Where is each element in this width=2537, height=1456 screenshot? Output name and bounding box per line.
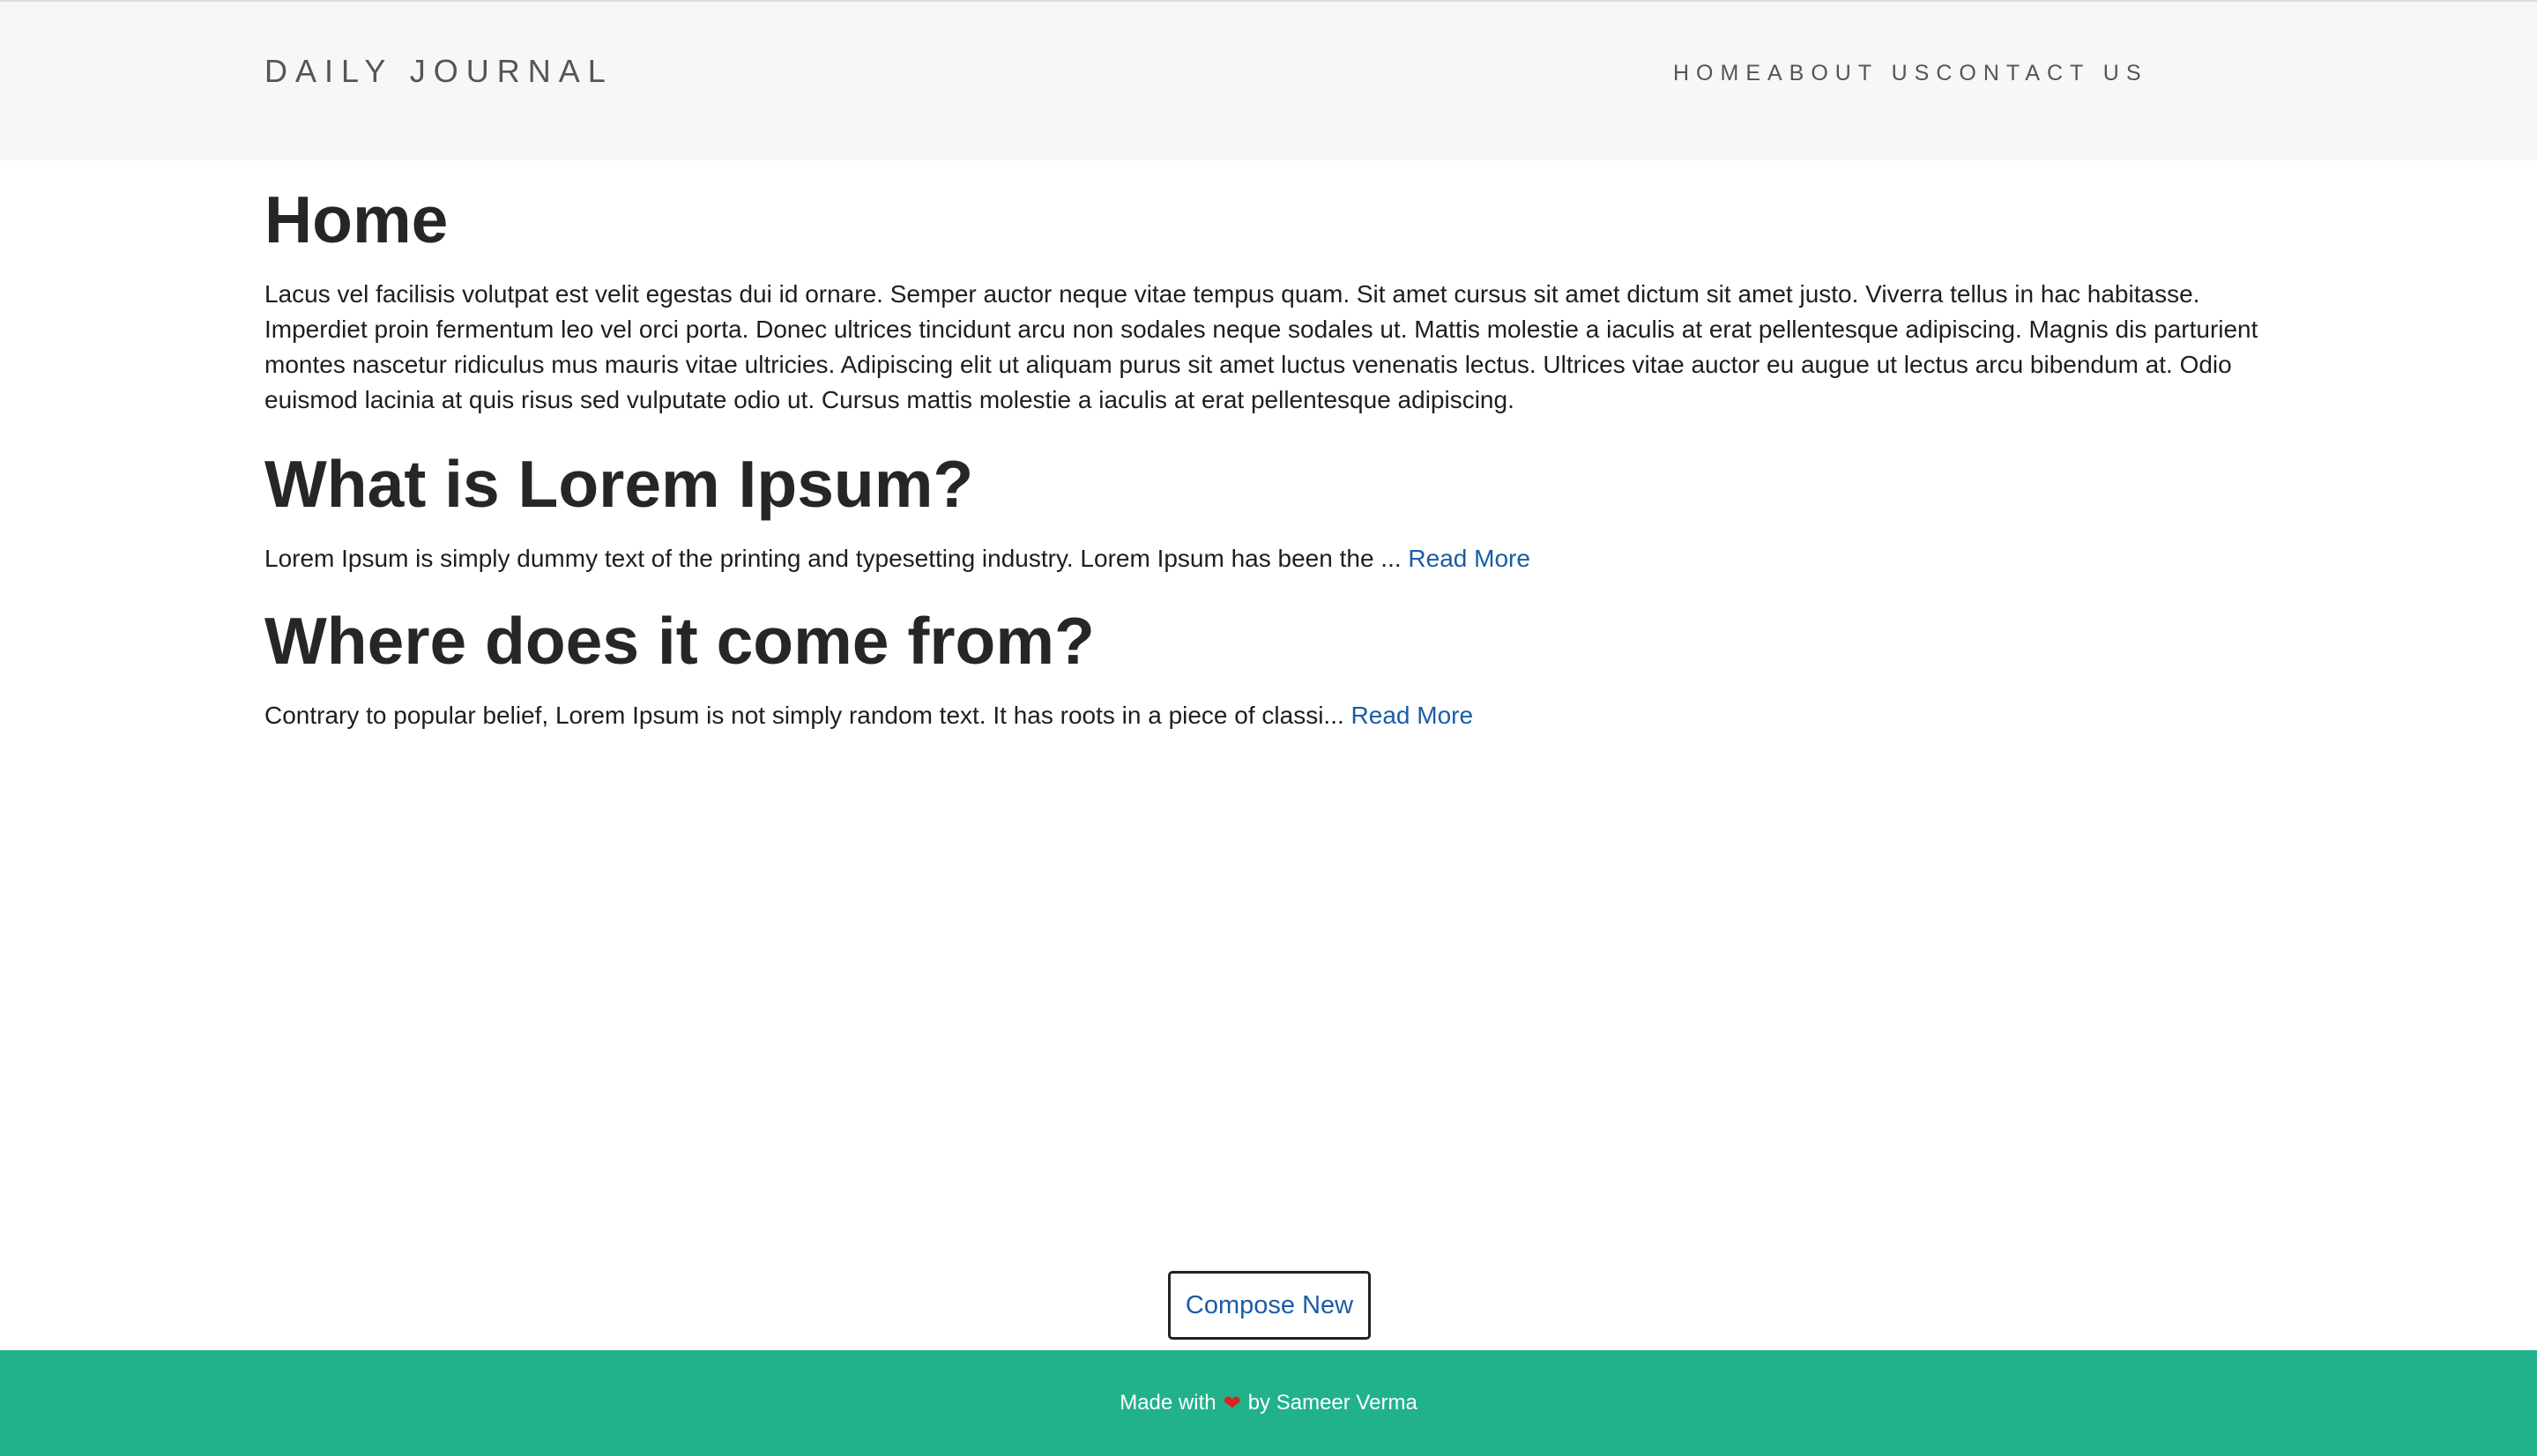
read-more-link[interactable]: Read More: [1408, 545, 1530, 572]
footer-text-after: by Sameer Verma: [1247, 1391, 1417, 1415]
heart-icon: ❤: [1223, 1391, 1241, 1415]
compose-new-button[interactable]: Compose New: [1168, 1271, 1371, 1340]
page-title: Home: [264, 182, 449, 256]
post-excerpt: Contrary to popular belief, Lorem Ipsum …: [264, 698, 1473, 733]
nav-item-about: ABOUT US: [1767, 61, 1936, 86]
post-excerpt: Lorem Ipsum is simply dummy text of the …: [264, 541, 1530, 576]
read-more-link[interactable]: Read More: [1351, 702, 1474, 729]
post-excerpt-text: Lorem Ipsum is simply dummy text of the …: [264, 545, 1409, 572]
nav-link-about-us[interactable]: ABOUT US: [1767, 61, 1936, 85]
footer: Made with ❤ by Sameer Verma: [0, 1350, 2537, 1456]
navbar: DAILY JOURNAL HOME ABOUT US CONTACT US: [0, 0, 2537, 160]
nav-link-home[interactable]: HOME: [1673, 61, 1767, 85]
nav-link-contact-us[interactable]: CONTACT US: [1936, 61, 2147, 85]
footer-text-before: Made with: [1120, 1391, 1216, 1415]
post-excerpt-text: Contrary to popular belief, Lorem Ipsum …: [264, 702, 1351, 729]
post-title: What is Lorem Ipsum?: [264, 447, 974, 521]
brand-logo-link[interactable]: DAILY JOURNAL: [264, 53, 614, 90]
home-intro-text: Lacus vel facilisis volutpat est velit e…: [264, 280, 2258, 413]
nav-item-home: HOME: [1673, 61, 1767, 86]
nav-menu: HOME ABOUT US CONTACT US: [1673, 61, 2148, 86]
nav-item-contact: CONTACT US: [1936, 61, 2147, 86]
post-title: Where does it come from?: [264, 604, 1095, 678]
